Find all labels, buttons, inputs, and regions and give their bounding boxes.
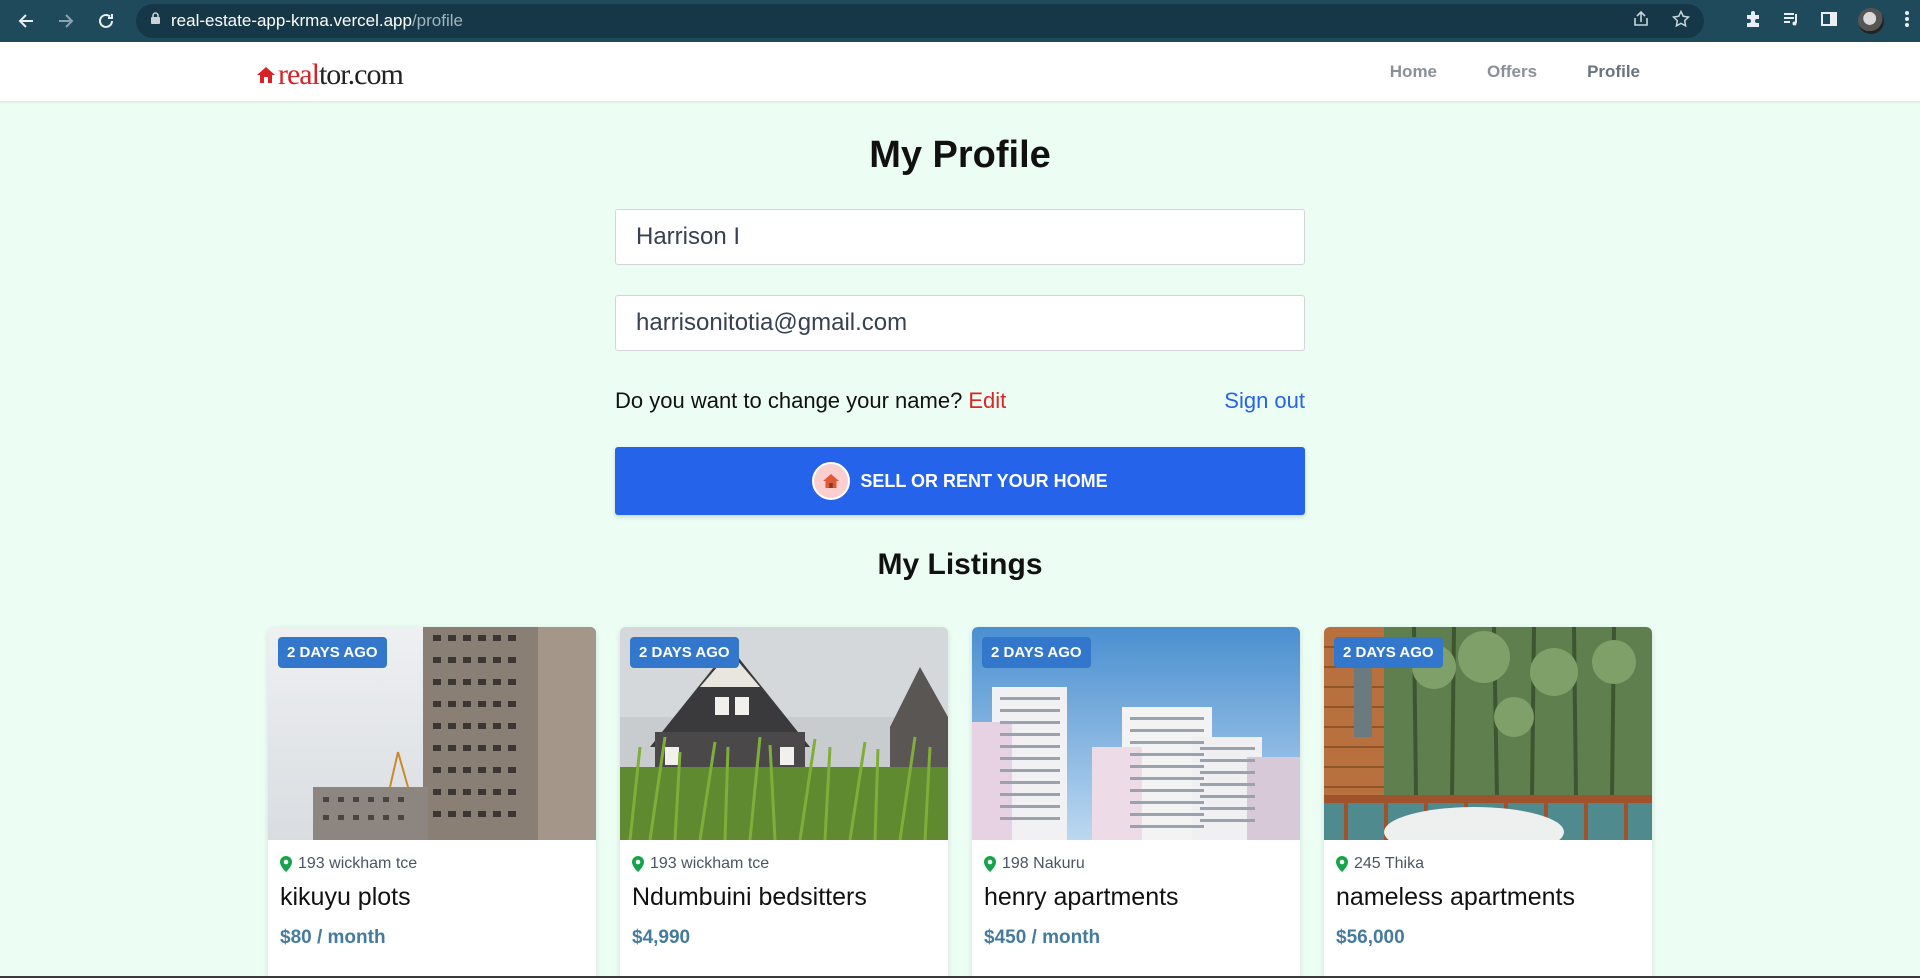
location-pin-icon: [632, 856, 644, 872]
house-logo-icon: [257, 67, 275, 83]
listing-address: 193 wickham tce: [280, 855, 417, 873]
lock-icon: [150, 12, 161, 30]
url-host: real-estate-app-krma.vercel.app: [171, 11, 412, 30]
extensions-puzzle-icon[interactable]: [1744, 10, 1762, 33]
listing-card[interactable]: 2 days ago 193 wickham tce Ndumbuini bed…: [620, 627, 948, 978]
nav-profile[interactable]: Profile: [1562, 42, 1665, 102]
bookmark-star-icon[interactable]: [1671, 9, 1691, 33]
browser-menu-icon[interactable]: [1904, 10, 1910, 33]
listing-card[interactable]: 2 days ago 198 Nakuru henry apartments $…: [972, 627, 1300, 978]
listing-name: kikuyu plots: [280, 883, 411, 911]
listing-name: nameless apartments: [1336, 883, 1576, 911]
listing-name: Ndumbuini bedsitters: [632, 883, 867, 911]
change-name-question: Do you want to change your name?: [615, 388, 963, 413]
sign-out-link[interactable]: Sign out: [1224, 388, 1305, 414]
site-header: realtor.com Home Offers Profile: [0, 42, 1920, 102]
nav-offers[interactable]: Offers: [1462, 42, 1562, 102]
nav-home[interactable]: Home: [1365, 42, 1462, 102]
listing-name: henry apartments: [984, 883, 1179, 911]
realtor-logo[interactable]: realtor.com: [256, 58, 404, 91]
listing-address-text: 193 wickham tce: [298, 855, 418, 872]
side-panel-icon[interactable]: [1820, 10, 1838, 33]
listings-title: My Listings: [877, 548, 1043, 581]
browser-toolbar: real-estate-app-krma.vercel.app /profile: [0, 0, 1920, 42]
listing-date-badge: 2 days ago: [630, 637, 739, 668]
listing-date-badge: 2 days ago: [278, 637, 387, 668]
logo-text-rest: tor.com: [318, 58, 404, 91]
browser-profile-avatar[interactable]: [1858, 8, 1884, 34]
forward-arrow-icon[interactable]: [52, 7, 80, 35]
listing-date-badge: 2 days ago: [1334, 637, 1443, 668]
sell-or-rent-label: Sell or rent your home: [860, 470, 1108, 491]
listing-address-text: 245 Thika: [1354, 855, 1424, 872]
address-bar[interactable]: real-estate-app-krma.vercel.app /profile: [136, 4, 1704, 38]
name-field[interactable]: Harrison I: [615, 209, 1305, 265]
logo-text-real: real: [278, 58, 320, 91]
home-icon: [812, 462, 851, 500]
location-pin-icon: [1336, 856, 1348, 872]
listing-card[interactable]: 2 days ago 193 wickham tce kikuyu plots …: [268, 627, 596, 978]
media-queue-icon[interactable]: [1782, 10, 1800, 33]
listing-price: $80 / month: [280, 927, 386, 948]
listing-card[interactable]: 2 days ago 245 Thika nameless apartments…: [1324, 627, 1652, 978]
reload-icon[interactable]: [92, 7, 120, 35]
listing-price: $450 / month: [984, 927, 1101, 948]
share-icon[interactable]: [1632, 10, 1650, 33]
main-nav: Home Offers Profile: [1365, 42, 1665, 102]
location-pin-icon: [280, 856, 292, 872]
email-field[interactable]: harrisonitotia@gmail.com: [615, 295, 1305, 351]
page-title: My Profile: [869, 134, 1051, 176]
back-arrow-icon[interactable]: [12, 7, 40, 35]
listing-address: 245 Thika: [1336, 855, 1424, 873]
url-path: /profile: [411, 11, 463, 30]
listing-address-text: 193 wickham tce: [650, 855, 770, 872]
sell-or-rent-button[interactable]: Sell or rent your home: [615, 447, 1305, 515]
listing-address: 193 wickham tce: [632, 855, 769, 873]
listing-address: 198 Nakuru: [984, 855, 1085, 873]
location-pin-icon: [984, 856, 996, 872]
change-name-row: Do you want to change your name? Edit Sig…: [615, 386, 1305, 416]
listing-date-badge: 2 days ago: [982, 637, 1091, 668]
listing-address-text: 198 Nakuru: [1002, 855, 1085, 872]
listing-price: $4,990: [632, 927, 691, 948]
listing-price: $56,000: [1336, 927, 1405, 948]
edit-name-link[interactable]: Edit: [968, 388, 1006, 413]
